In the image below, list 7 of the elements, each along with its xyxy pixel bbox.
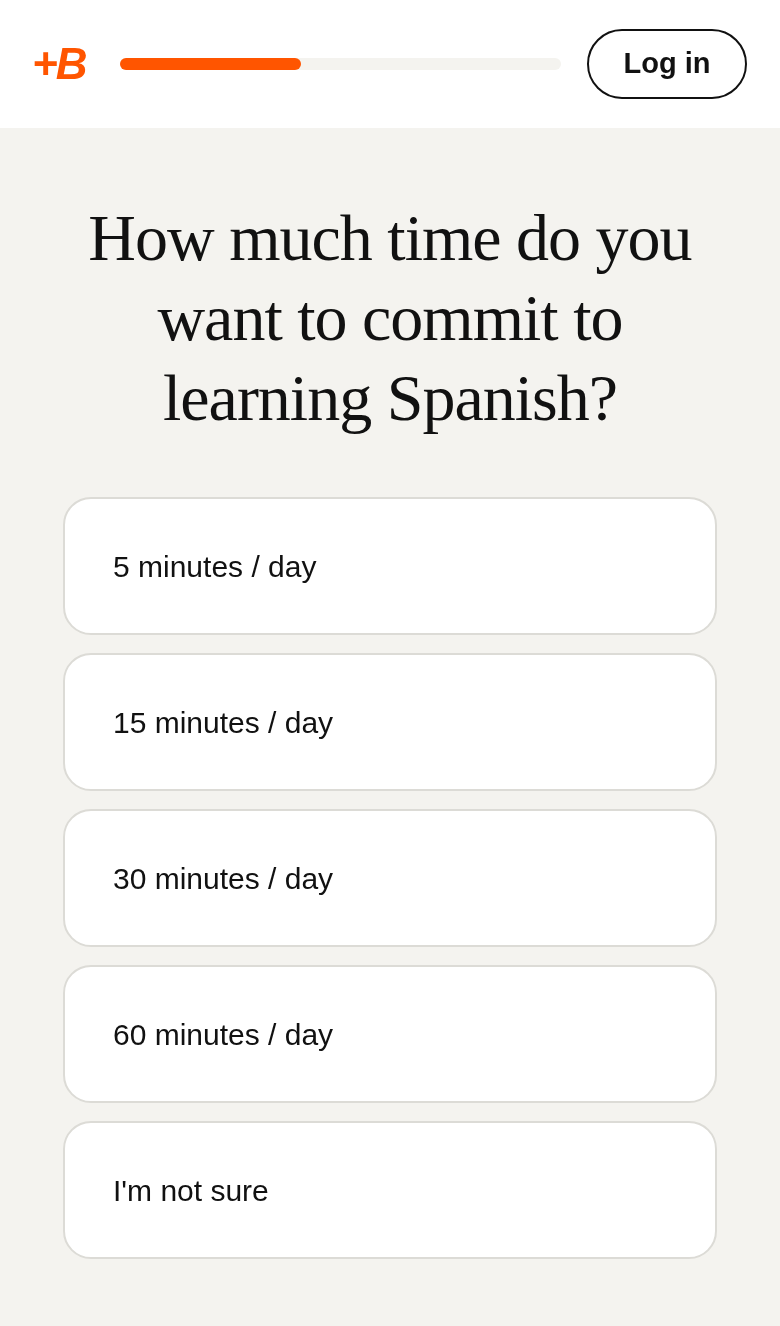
answer-option[interactable]: 5 minutes / day [63,497,717,635]
question-title: How much time do you want to commit to learning Spanish? [87,200,693,436]
login-button[interactable]: Log in [587,29,747,99]
answer-option[interactable]: 15 minutes / day [63,653,717,791]
answer-option[interactable]: 60 minutes / day [63,965,717,1103]
answer-option[interactable]: I'm not sure [63,1121,717,1259]
answer-option[interactable]: 30 minutes / day [63,809,717,947]
